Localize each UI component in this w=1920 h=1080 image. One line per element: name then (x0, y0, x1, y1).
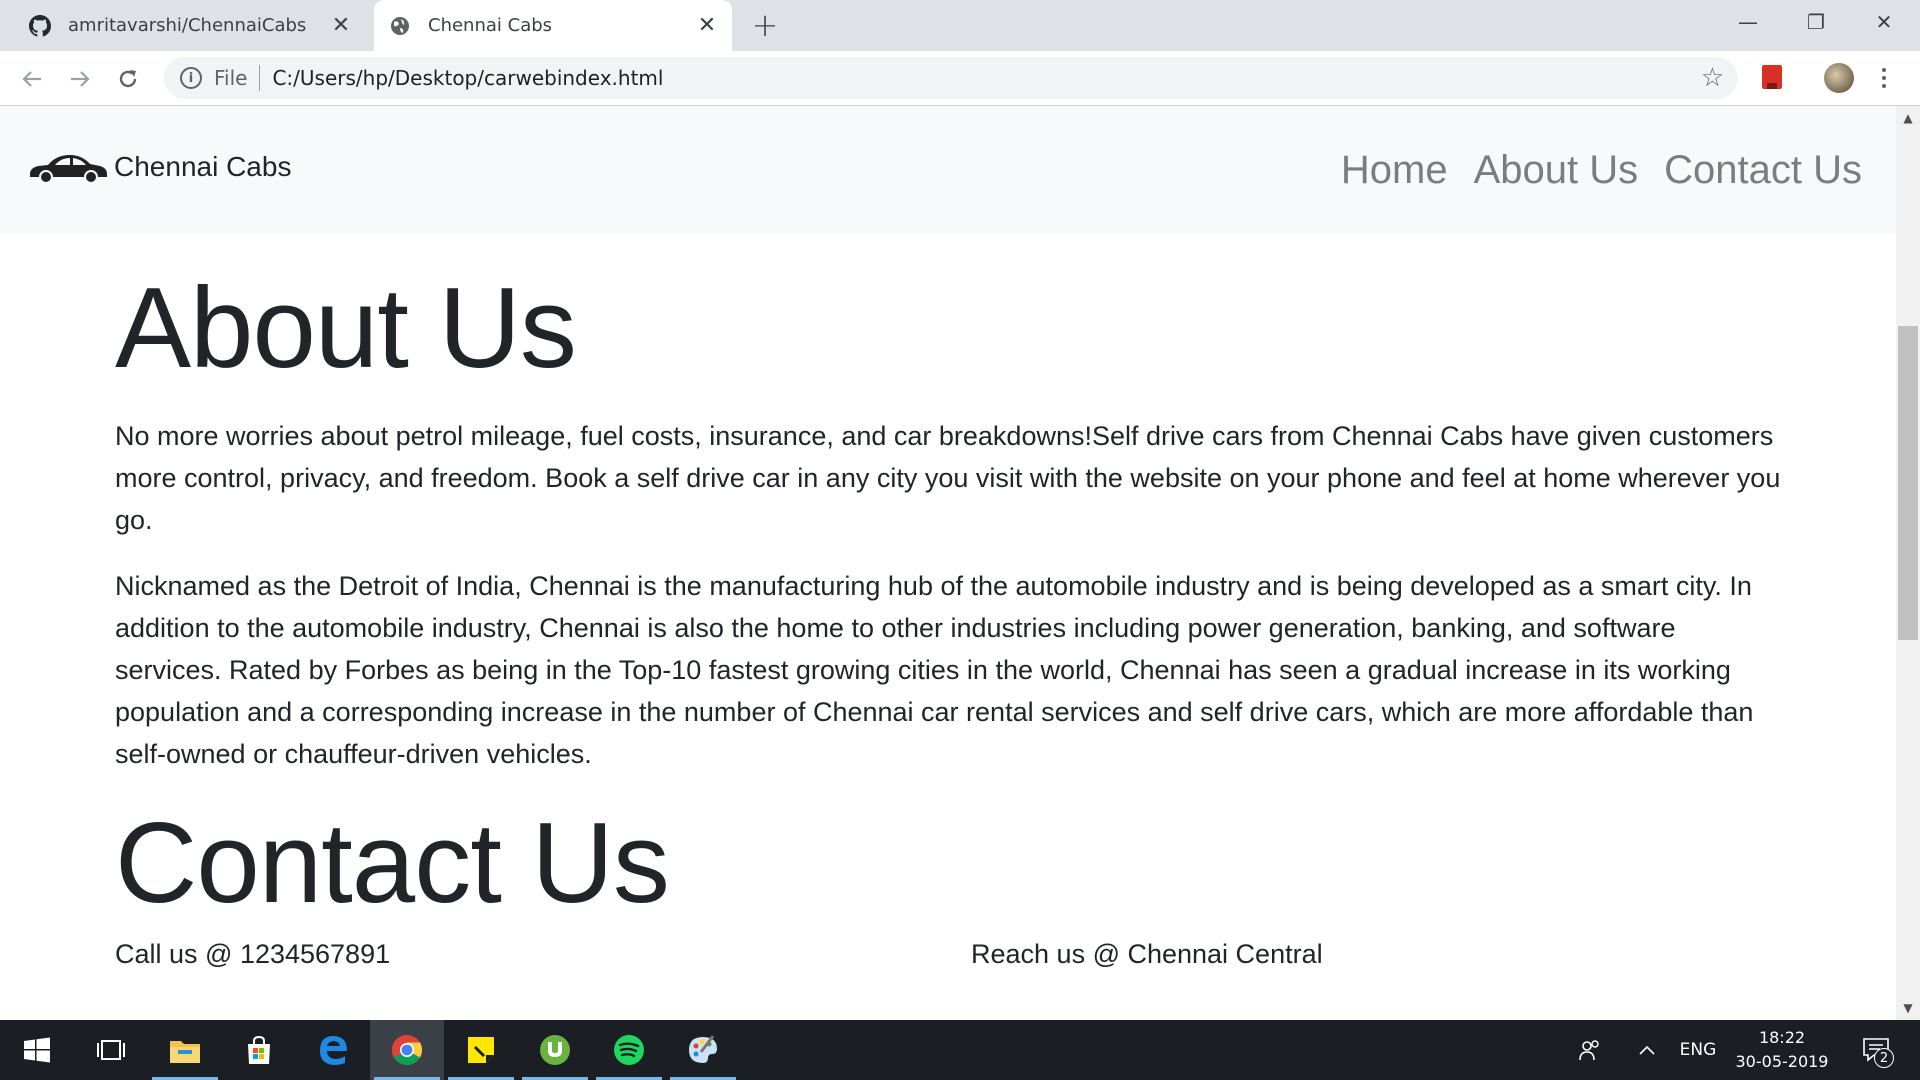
contact-row: Call us @ 1234567891 Reach us @ Chennai … (115, 939, 1787, 989)
info-icon[interactable]: i (180, 67, 202, 89)
sticky-notes-icon[interactable] (444, 1020, 518, 1080)
scroll-up-arrow-icon[interactable]: ▲ (1896, 106, 1920, 130)
nav-links: Home About Us Contact Us (1341, 148, 1862, 193)
car-icon (30, 155, 107, 184)
new-tab-button[interactable]: + (748, 6, 782, 44)
spotify-icon[interactable] (592, 1020, 666, 1080)
brand-link[interactable]: Chennai Cabs (28, 150, 291, 184)
clock-time: 18:22 (1758, 1028, 1806, 1047)
contact-phone: Call us @ 1234567891 (115, 938, 391, 969)
browser-tab-strip: amritavarshi/ChennaiCabs ✕ Chennai Cabs … (0, 0, 1920, 51)
about-paragraph-1: No more worries about petrol mileage, fu… (115, 421, 1781, 536)
contact-heading: Contact Us (115, 800, 670, 928)
edge-icon[interactable] (296, 1020, 370, 1080)
profile-avatar[interactable] (1824, 63, 1854, 93)
restore-icon[interactable]: ❐ (1782, 0, 1850, 44)
start-icon[interactable] (0, 1020, 74, 1080)
close-tab-icon[interactable]: ✕ (694, 13, 720, 39)
notification-count-badge: 2 (1874, 1048, 1894, 1068)
store-icon[interactable] (222, 1020, 296, 1080)
close-window-icon[interactable]: ✕ (1850, 0, 1918, 44)
contact-location: Reach us @ Chennai Central (971, 938, 1323, 969)
tab-title: amritavarshi/ChennaiCabs (68, 15, 307, 36)
forward-icon[interactable] (62, 61, 98, 97)
minimize-icon[interactable]: — (1714, 0, 1782, 44)
bookmark-extension-icon[interactable] (1762, 65, 1782, 89)
system-clock[interactable]: 18:22 30-05-2019 (1726, 1026, 1838, 1074)
nav-link-home[interactable]: Home (1341, 148, 1448, 193)
scroll-down-arrow-icon[interactable]: ▼ (1896, 996, 1920, 1020)
language-indicator[interactable]: ENG (1672, 1020, 1724, 1080)
file-explorer-icon[interactable] (148, 1020, 222, 1080)
main-content: About Us No more worries about petrol mi… (115, 266, 1787, 989)
reload-icon[interactable] (110, 61, 146, 97)
chrome-icon[interactable] (370, 1020, 444, 1080)
page-viewport: Chennai Cabs Home About Us Contact Us Ab… (0, 106, 1920, 1020)
divider (259, 65, 261, 91)
people-icon[interactable] (1570, 1020, 1610, 1080)
windows-taskbar: ENG 18:22 30-05-2019 2 (0, 1020, 1920, 1080)
close-tab-icon[interactable]: ✕ (328, 13, 354, 39)
menu-icon[interactable] (1874, 63, 1894, 93)
nav-link-about[interactable]: About Us (1474, 148, 1639, 193)
address-bar[interactable]: i File C:/Users/hp/Desktop/carwebindex.h… (164, 57, 1738, 99)
url-text[interactable]: C:/Users/hp/Desktop/carwebindex.html (272, 66, 663, 90)
scheme-label: File (214, 66, 248, 90)
tab-github[interactable]: amritavarshi/ChennaiCabs ✕ (14, 0, 366, 51)
paint-icon[interactable] (666, 1020, 740, 1080)
github-icon (28, 14, 52, 38)
utorrent-icon[interactable] (518, 1020, 592, 1080)
notification-center-icon[interactable]: 2 (1852, 1020, 1902, 1080)
brand-name: Chennai Cabs (114, 151, 292, 182)
tab-title: Chennai Cabs (428, 15, 553, 36)
vertical-scrollbar[interactable]: ▲ ▼ (1896, 106, 1920, 1020)
chevron-up-icon[interactable] (1632, 1020, 1662, 1080)
task-view-icon[interactable] (74, 1020, 148, 1080)
bookmark-star-icon[interactable]: ☆ (1701, 63, 1724, 93)
back-icon[interactable] (14, 61, 50, 97)
about-heading: About Us (115, 265, 577, 392)
clock-date: 30-05-2019 (1735, 1052, 1829, 1071)
nav-link-contact[interactable]: Contact Us (1664, 148, 1862, 193)
scrollbar-thumb[interactable] (1898, 326, 1918, 640)
globe-icon (388, 14, 412, 38)
tab-chennai-cabs[interactable]: Chennai Cabs ✕ (374, 0, 732, 51)
browser-toolbar: i File C:/Users/hp/Desktop/carwebindex.h… (0, 51, 1920, 106)
about-paragraph-2: Nicknamed as the Detroit of India, Chenn… (115, 571, 1754, 770)
site-navbar: Chennai Cabs Home About Us Contact Us (0, 106, 1896, 234)
